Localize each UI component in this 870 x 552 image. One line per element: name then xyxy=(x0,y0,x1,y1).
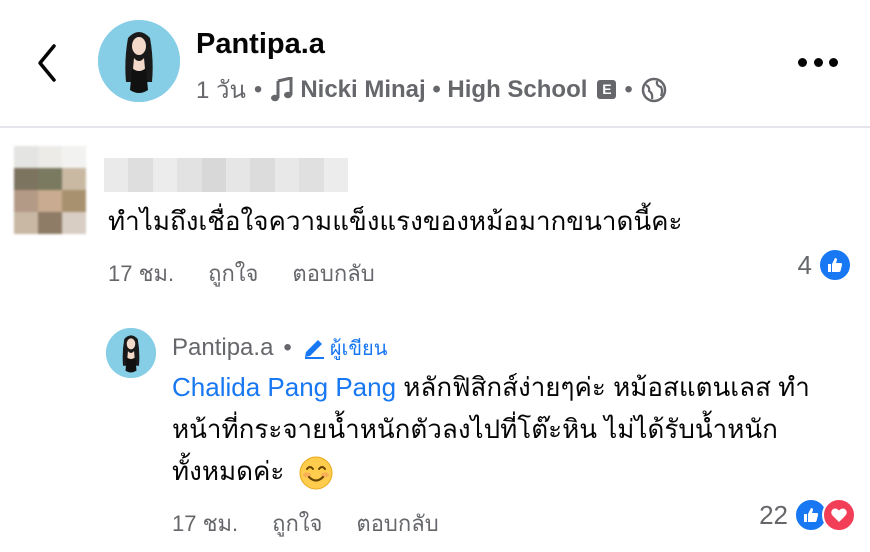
smiling-face-emoji xyxy=(299,456,333,490)
like-reply-button[interactable]: ถูกใจ xyxy=(272,506,322,541)
reaction-summary[interactable]: 4 xyxy=(798,248,852,282)
pencil-icon xyxy=(304,340,324,359)
reply-header: Pantipa.a • ผู้เขียน xyxy=(172,332,387,364)
poster-name[interactable]: Pantipa.a xyxy=(196,28,325,61)
chevron-left-icon xyxy=(38,44,56,82)
author-badge: ผู้เขียน xyxy=(302,332,388,364)
more-options-button[interactable] xyxy=(798,54,838,70)
reply-author-name[interactable]: Pantipa.a xyxy=(172,334,273,362)
comment-actions: 17 ชม. ถูกใจ ตอบกลับ xyxy=(108,256,409,291)
meta-separator-2: • xyxy=(624,75,633,103)
post-time[interactable]: 1 วัน xyxy=(196,70,246,109)
reaction-count: 4 xyxy=(797,249,812,280)
explicit-badge: E xyxy=(597,80,617,99)
more-dot xyxy=(829,57,838,67)
poster-avatar[interactable] xyxy=(98,20,180,102)
comment-text: ทำไมถึงเชื่อใจความแข็งแรงของหม้อมากขนาดน… xyxy=(108,206,683,236)
commenter-avatar-blurred[interactable] xyxy=(14,146,86,234)
music-note-icon xyxy=(271,76,293,101)
post-meta: 1 วัน • Nicki Minaj • High School E • xyxy=(196,70,667,109)
more-dot xyxy=(813,57,823,67)
mention-link[interactable]: Chalida Pang Pang xyxy=(172,372,396,402)
song-title[interactable]: Nicki Minaj • High School xyxy=(300,76,587,104)
like-comment-button[interactable]: ถูกใจ xyxy=(208,256,258,291)
avatar-illustration xyxy=(106,328,156,378)
reply-author-avatar[interactable] xyxy=(106,328,156,378)
avatar-illustration xyxy=(98,20,180,102)
post-header: Pantipa.a 1 วัน • Nicki Minaj • High Sch… xyxy=(0,0,870,128)
reply-separator: • xyxy=(283,334,292,361)
more-dot xyxy=(798,57,807,67)
author-badge-label: ผู้เขียน xyxy=(329,338,388,360)
comment-time[interactable]: 17 ชม. xyxy=(108,256,174,291)
meta-separator: • xyxy=(253,75,263,103)
reply-reaction-summary[interactable]: 22 xyxy=(759,498,856,532)
reply-comment-button[interactable]: ตอบกลับ xyxy=(292,256,374,291)
reply-time[interactable]: 17 ชม. xyxy=(172,506,238,541)
globe-icon xyxy=(641,77,667,102)
reply-reaction-count: 22 xyxy=(759,499,788,530)
reply-to-reply-button[interactable]: ตอบกลับ xyxy=(356,506,438,541)
thumbs-up-icon xyxy=(818,248,852,282)
reply-text: Chalida Pang Pang หลักฟิสิกส์ง่ายๆค่ะ หม… xyxy=(172,366,852,492)
back-button[interactable] xyxy=(28,38,68,88)
heart-icon xyxy=(822,498,856,532)
reply-actions: 17 ชม. ถูกใจ ตอบกลับ xyxy=(172,506,473,541)
commenter-name-blurred[interactable] xyxy=(104,158,349,192)
